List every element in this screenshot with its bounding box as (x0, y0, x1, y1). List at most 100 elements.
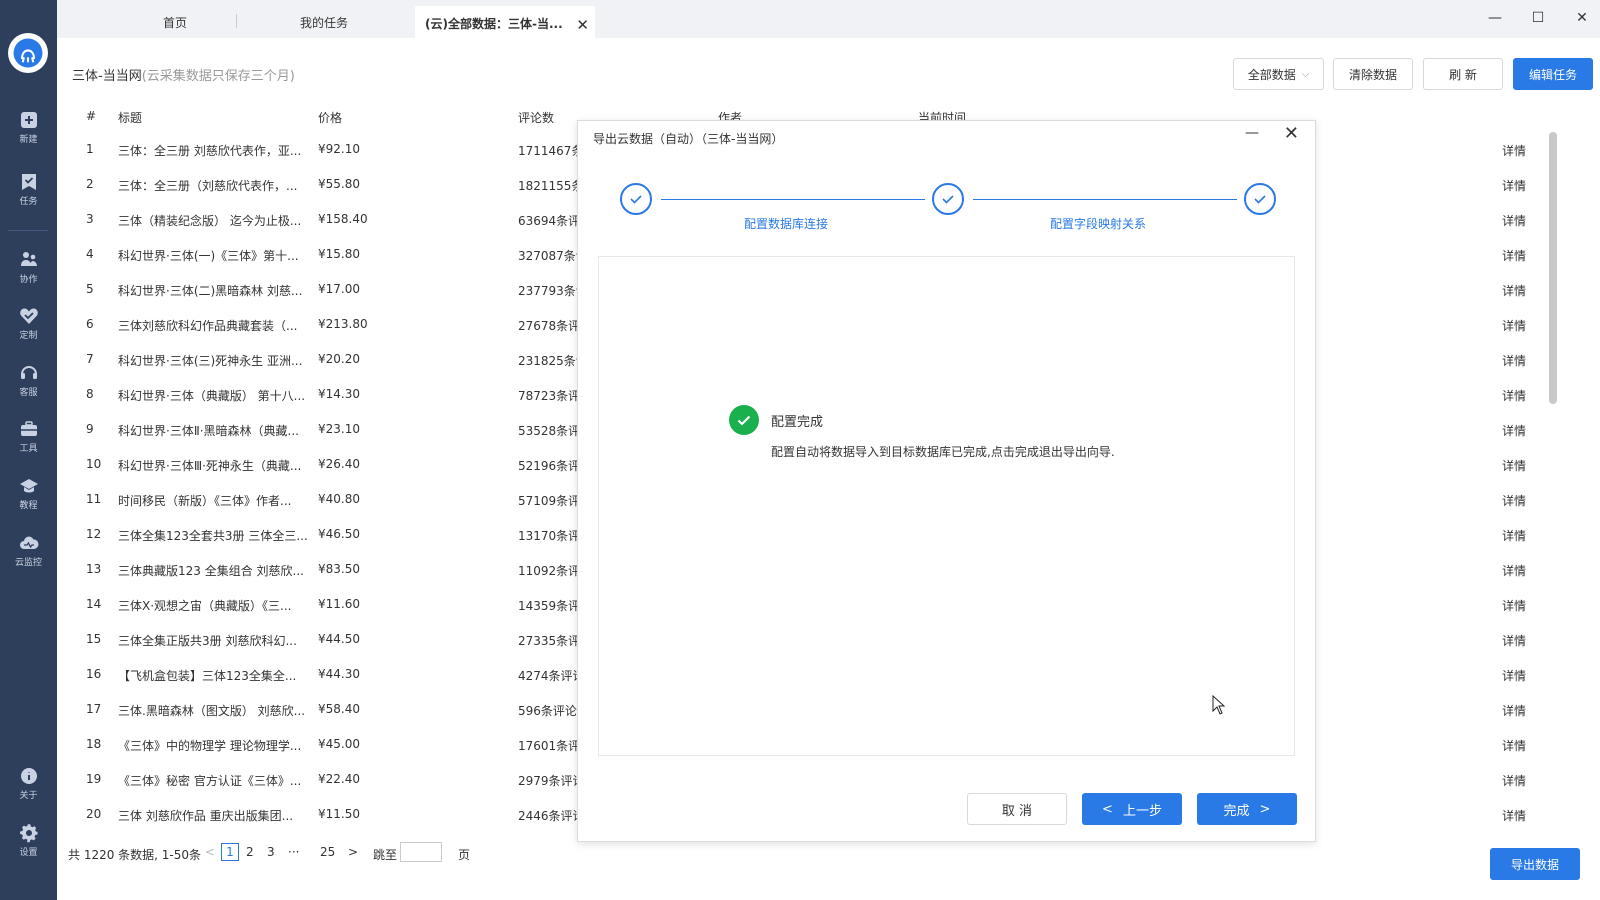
dialog-title: 导出云数据（自动）（三体-当当网） (593, 132, 784, 146)
column-header-title: 标题 (118, 111, 143, 125)
row-detail-link[interactable]: 详情 (1502, 142, 1526, 159)
row-price: ¥158.40 (318, 212, 368, 226)
edit-task-button[interactable]: 编辑任务 (1513, 58, 1593, 90)
cancel-button[interactable]: 取 消 (967, 793, 1067, 825)
tab-my-tasks[interactable]: 我的任务 (239, 6, 409, 38)
row-detail-link[interactable]: 详情 (1502, 317, 1526, 334)
page-button[interactable]: 25 (320, 843, 335, 861)
export-wizard-dialog: 导出云数据（自动）（三体-当当网） — ✕ 配置数据库连接 配置字段映射关系 配… (577, 120, 1316, 842)
row-index: 20 (86, 807, 102, 821)
sidebar-item-settings[interactable]: 设置 (0, 815, 57, 865)
page-ellipsis[interactable]: ··· (288, 843, 299, 861)
success-check-icon (729, 405, 759, 435)
row-detail-link[interactable]: 详情 (1502, 527, 1526, 544)
row-detail-link[interactable]: 详情 (1502, 597, 1526, 614)
row-detail-link[interactable]: 详情 (1502, 212, 1526, 229)
export-data-button[interactable]: 导出数据 (1490, 848, 1580, 880)
row-detail-link[interactable]: 详情 (1502, 772, 1526, 789)
sidebar-item-new[interactable]: 新建 (0, 102, 57, 152)
wizard-content-panel: 配置完成 配置自动将数据导入到目标数据库已完成,点击完成退出导出向导. (598, 256, 1295, 756)
row-title: 科幻世界·三体(一)《三体》第十... (118, 249, 299, 263)
step-2-complete-icon (932, 183, 964, 215)
close-dialog-button[interactable]: ✕ (1284, 123, 1299, 144)
table-scrollbar[interactable] (1549, 132, 1557, 404)
row-index: 13 (86, 562, 102, 576)
data-filter-dropdown[interactable]: 全部数据 ⌵ (1233, 58, 1324, 90)
row-detail-link[interactable]: 详情 (1502, 282, 1526, 299)
tab-bar: 首页 我的任务 (云)全部数据：三体-当... ✕ — ☐ ✕ (57, 0, 1600, 38)
row-price: ¥15.80 (318, 247, 360, 261)
page-button-current[interactable]: 1 (221, 843, 239, 861)
row-price: ¥40.80 (318, 492, 360, 506)
sidebar-item-cloud-monitor[interactable]: 云监控 (0, 525, 57, 575)
sidebar-item-collab[interactable]: 协作 (0, 242, 57, 292)
row-comments: 27678条评 (518, 319, 581, 333)
pagination-summary: 共 1220 条数据, 1-50条 (68, 848, 202, 862)
row-title: 三体X·观想之宙（典藏版）《三... (118, 599, 292, 613)
row-price: ¥46.50 (318, 527, 360, 541)
page-button[interactable]: 3 (267, 843, 275, 861)
row-title: 三体全集正版共3册 刘慈欣科幻... (118, 634, 297, 648)
sidebar-item-tools[interactable]: 工具 (0, 411, 57, 461)
row-index: 12 (86, 527, 102, 541)
row-price: ¥23.10 (318, 422, 360, 436)
tab-home[interactable]: 首页 (117, 6, 233, 38)
sidebar-item-custom[interactable]: 定制 (0, 298, 57, 348)
jump-page-input[interactable] (400, 842, 442, 862)
column-header-price: 价格 (318, 111, 343, 125)
sidebar-item-label: 云监控 (14, 557, 42, 568)
finish-button[interactable]: 完成 > (1197, 793, 1297, 825)
row-detail-link[interactable]: 详情 (1502, 352, 1526, 369)
row-detail-link[interactable]: 详情 (1502, 422, 1526, 439)
button-label: 导出数据 (1510, 857, 1559, 872)
row-title: 《三体》中的物理学 理论物理学... (118, 739, 302, 753)
row-index: 5 (86, 282, 94, 296)
row-detail-link[interactable]: 详情 (1502, 632, 1526, 649)
close-window-button[interactable]: ✕ (1572, 8, 1592, 28)
sidebar-item-tutorial[interactable]: 教程 (0, 468, 57, 518)
row-comments: 2446条评论 (518, 809, 585, 823)
chevron-left-icon: < (1102, 801, 1113, 817)
sidebar-item-label: 关于 (19, 790, 38, 801)
clear-data-button[interactable]: 清除数据 (1333, 58, 1413, 90)
row-index: 7 (86, 352, 94, 366)
page-button[interactable]: 2 (246, 843, 254, 861)
row-detail-link[interactable]: 详情 (1502, 807, 1526, 824)
minimize-dialog-button[interactable]: — (1245, 125, 1259, 141)
row-comments: 52196条评 (518, 459, 581, 473)
sidebar-item-tasks[interactable]: 任务 (0, 164, 57, 214)
row-detail-link[interactable]: 详情 (1502, 492, 1526, 509)
row-comments: 57109条评 (518, 494, 581, 508)
row-detail-link[interactable]: 详情 (1502, 387, 1526, 404)
row-comments: 53528条评 (518, 424, 581, 438)
team-icon (20, 251, 37, 266)
row-title: 三体全集123全套共3册 三体全三... (118, 529, 308, 543)
row-detail-link[interactable]: 详情 (1502, 247, 1526, 264)
row-comments: 63694条评 (518, 214, 581, 228)
row-detail-link[interactable]: 详情 (1502, 737, 1526, 754)
close-icon[interactable]: ✕ (576, 16, 589, 34)
row-detail-link[interactable]: 详情 (1502, 457, 1526, 474)
next-page-button[interactable]: > (348, 843, 358, 861)
refresh-button[interactable]: 刷 新 (1423, 58, 1503, 90)
minimize-window-button[interactable]: — (1485, 8, 1505, 28)
step-1-complete-icon (620, 183, 652, 215)
row-index: 1 (86, 142, 94, 156)
maximize-window-button[interactable]: ☐ (1528, 8, 1548, 28)
row-title: 【飞机盒包装】三体123全集全... (118, 669, 297, 683)
row-comments: 14359条评 (518, 599, 581, 613)
row-detail-link[interactable]: 详情 (1502, 667, 1526, 684)
step-label-field-mapping: 配置字段映射关系 (1050, 217, 1147, 231)
plus-square-icon (20, 111, 37, 128)
sidebar-item-service[interactable]: 客服 (0, 355, 57, 405)
row-detail-link[interactable]: 详情 (1502, 702, 1526, 719)
tab-cloud-data[interactable]: (云)全部数据：三体-当... ✕ (415, 6, 595, 38)
row-detail-link[interactable]: 详情 (1502, 562, 1526, 579)
mouse-cursor-icon (1212, 695, 1226, 715)
button-label: 清除数据 (1348, 67, 1397, 82)
prev-page-button[interactable]: < (205, 843, 215, 861)
sidebar-item-about[interactable]: 关于 (0, 758, 57, 808)
row-price: ¥92.10 (318, 142, 360, 156)
row-detail-link[interactable]: 详情 (1502, 177, 1526, 194)
previous-step-button[interactable]: < 上一步 (1082, 793, 1182, 825)
